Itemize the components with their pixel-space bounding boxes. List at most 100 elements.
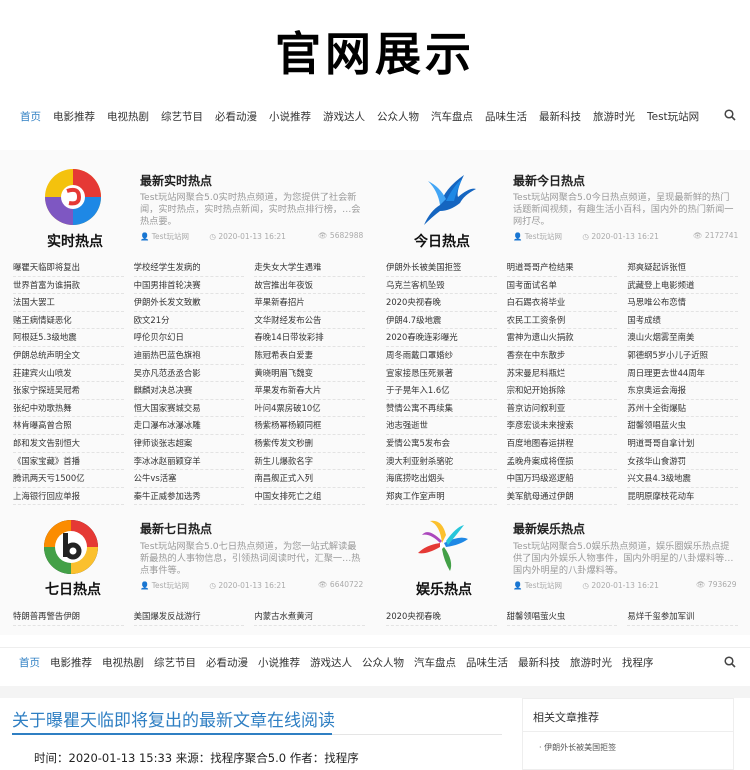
related-article-link[interactable]: · 伊朗外长被美国拒签 bbox=[539, 742, 616, 753]
hot-list-item[interactable]: 中国男排首轮决赛 bbox=[133, 277, 245, 295]
nav-item[interactable]: 最新科技 bbox=[513, 655, 565, 670]
hot-list-item[interactable]: 上海银行回应单报 bbox=[13, 488, 124, 506]
hot-list-item[interactable]: 爱情公寓5发布会 bbox=[386, 435, 497, 453]
nav-item[interactable]: 公众人物 bbox=[371, 109, 425, 124]
hot-list-item[interactable]: 律师谈张志超案 bbox=[133, 435, 245, 453]
hot-list-item[interactable]: 澳山火烟雾至南美 bbox=[627, 329, 738, 347]
hot-list-item[interactable]: 张纪中劝歌热舞 bbox=[13, 400, 124, 418]
hot-list-item[interactable]: 迪丽热巴蓝色旗袍 bbox=[133, 347, 245, 365]
hot-list-item[interactable]: 腾讯两天亏1500亿 bbox=[13, 470, 124, 488]
article-title[interactable]: 关于曝瞿天临即将复出的最新文章在线阅读 bbox=[12, 706, 335, 731]
hot-list-item[interactable]: 易烊千玺参加军训 bbox=[627, 608, 738, 626]
nav-item[interactable]: 汽车盘点 bbox=[409, 655, 461, 670]
hot-list-item[interactable]: 宗和妃开始拆除 bbox=[506, 382, 618, 400]
hot-list-item[interactable]: 恒大国家赛城交易 bbox=[133, 400, 245, 418]
hot-list-item[interactable]: 李彦宏谈未来搜索 bbox=[506, 417, 618, 435]
hot-list-item[interactable]: 池志强逝世 bbox=[386, 417, 497, 435]
hot-list-item[interactable]: 张家宁探班吴冠希 bbox=[13, 382, 124, 400]
nav-item[interactable]: 必看动漫 bbox=[209, 109, 263, 124]
nav-item[interactable]: 游戏达人 bbox=[305, 655, 357, 670]
hot-list-item[interactable]: 吴亦凡范丞丞合影 bbox=[133, 365, 245, 383]
hot-list-item[interactable]: 周冬雨戴口罩婚纱 bbox=[386, 347, 497, 365]
hot-list-item[interactable]: 叶问4票房破10亿 bbox=[254, 400, 365, 418]
nav-item[interactable]: 首页 bbox=[14, 655, 45, 670]
search-icon[interactable] bbox=[724, 109, 736, 121]
hot-list-item[interactable]: 宣家接恳压死景著 bbox=[386, 365, 497, 383]
nav-item[interactable]: 必看动漫 bbox=[201, 655, 253, 670]
nav-item[interactable]: 品味生活 bbox=[461, 655, 513, 670]
hot-list-item[interactable]: 春晚14日带妆彩排 bbox=[254, 329, 365, 347]
hot-list-item[interactable]: 陈冠希表白爱妻 bbox=[254, 347, 365, 365]
nav-item[interactable]: 综艺节目 bbox=[155, 109, 209, 124]
hot-list-item[interactable]: 杨紫杨幂杨颖同框 bbox=[254, 417, 365, 435]
hot-list-item[interactable]: 武藏登上电影频道 bbox=[627, 277, 738, 295]
hot-list-item[interactable]: 故宫推出年夜饭 bbox=[254, 277, 365, 295]
hot-list-item[interactable]: 于子晃年入1.6亿 bbox=[386, 382, 497, 400]
hot-list-item[interactable]: 赞情公寓不再续集 bbox=[386, 400, 497, 418]
hot-list-item[interactable]: 2020春晚连彩曝光 bbox=[386, 329, 497, 347]
hot-list-item[interactable]: 苏宋曼尼科瓶烂 bbox=[506, 365, 618, 383]
hot-list-item[interactable]: 中国万玛级巡逻船 bbox=[506, 470, 618, 488]
hot-list-item[interactable]: 走失女大学生遇难 bbox=[254, 259, 365, 277]
nav-item[interactable]: 首页 bbox=[14, 109, 47, 124]
hot-list-item[interactable]: 曝瞿天临即将复出 bbox=[13, 259, 124, 277]
card-title[interactable]: 最新娱乐热点 bbox=[513, 520, 585, 537]
hot-list-item[interactable]: 女孩华山食游罚 bbox=[627, 453, 738, 471]
hot-list-item[interactable]: 美军航母通过伊朗 bbox=[506, 488, 618, 506]
hot-list-item[interactable]: 黄晓明眉飞魏变 bbox=[254, 365, 365, 383]
hot-list-item[interactable]: 伊朗总统声明全文 bbox=[13, 347, 124, 365]
nav-item[interactable]: 综艺节目 bbox=[149, 655, 201, 670]
hot-list-item[interactable]: 美国爆发反战游行 bbox=[133, 608, 245, 626]
hot-list-item[interactable]: 欧文21分 bbox=[133, 312, 245, 330]
hot-list-item[interactable]: 甜馨领唱萤火虫 bbox=[506, 608, 618, 626]
hot-list-item[interactable]: 周日理更去世44周年 bbox=[627, 365, 738, 383]
hot-list-item[interactable]: 香奈在中东散步 bbox=[506, 347, 618, 365]
nav-item[interactable]: 找程序 bbox=[617, 655, 659, 670]
nav-item[interactable]: 小说推荐 bbox=[263, 109, 317, 124]
hot-list-item[interactable]: 兴文县4.3级地震 bbox=[627, 470, 738, 488]
hot-list-item[interactable]: 呼伦贝尔幻日 bbox=[133, 329, 245, 347]
hot-list-item[interactable]: 雷神为遗山火捐款 bbox=[506, 329, 618, 347]
nav-item[interactable]: 电影推荐 bbox=[47, 109, 101, 124]
search-icon[interactable] bbox=[724, 656, 736, 668]
hot-list-item[interactable]: 普京访问叙利亚 bbox=[506, 400, 618, 418]
hot-list-item[interactable]: 明道哥哥自拿计划 bbox=[627, 435, 738, 453]
hot-list-item[interactable]: 白石踢衣将毕业 bbox=[506, 294, 618, 312]
hot-list-item[interactable]: 伊朗外长发文致歉 bbox=[133, 294, 245, 312]
hot-list-item[interactable]: 中国女排死亡之组 bbox=[254, 488, 365, 506]
realtime-hot-icon[interactable]: 实时热点 bbox=[33, 167, 133, 257]
hot-list-item[interactable]: 走口瀑布冰瀑冰雕 bbox=[133, 417, 245, 435]
card-title[interactable]: 最新七日热点 bbox=[140, 520, 212, 537]
card-title[interactable]: 最新实时热点 bbox=[140, 172, 212, 189]
entertainment-hot-icon[interactable]: 娱乐热点 bbox=[400, 515, 500, 605]
hot-list-item[interactable]: 苹果新春招片 bbox=[254, 294, 365, 312]
hot-list-item[interactable]: 公牛vs活塞 bbox=[133, 470, 245, 488]
hot-list-item[interactable]: 昆明原摩枝花动车 bbox=[627, 488, 738, 506]
hot-list-item[interactable]: 郭德纲5岁小儿子近照 bbox=[627, 347, 738, 365]
site-logo[interactable]: 官网展示 bbox=[0, 18, 750, 84]
hot-list-item[interactable]: 甜馨领唱蓝火虫 bbox=[627, 417, 738, 435]
hot-list-item[interactable]: 文华财经发布公告 bbox=[254, 312, 365, 330]
hot-list-item[interactable]: 杨紫传发文秒删 bbox=[254, 435, 365, 453]
hot-list-item[interactable]: 阿根廷5.3级地震 bbox=[13, 329, 124, 347]
hot-list-item[interactable]: 2020央视春晚 bbox=[386, 608, 497, 626]
nav-item[interactable]: 电视热剧 bbox=[101, 109, 155, 124]
hot-list-item[interactable]: 澳大利亚射杀骆驼 bbox=[386, 453, 497, 471]
hot-list-item[interactable]: 莊建宾火山喷发 bbox=[13, 365, 124, 383]
nav-item[interactable]: 电视热剧 bbox=[97, 655, 149, 670]
hot-list-item[interactable]: 孟晚舟案成将侄损 bbox=[506, 453, 618, 471]
hot-list-item[interactable]: 伊朗外长被美国拒签 bbox=[386, 259, 497, 277]
hot-list-item[interactable]: 学校经学生发病的 bbox=[133, 259, 245, 277]
hot-list-item[interactable]: 特朗普再警告伊朗 bbox=[13, 608, 124, 626]
today-hot-bird-icon[interactable]: 今日热点 bbox=[400, 167, 500, 257]
hot-list-item[interactable]: 农民工工资条例 bbox=[506, 312, 618, 330]
hot-list-item[interactable]: 马思唯公布恋情 bbox=[627, 294, 738, 312]
hot-list-item[interactable]: 麒麟对决总决赛 bbox=[133, 382, 245, 400]
seven-day-hot-icon[interactable]: 七日热点 bbox=[33, 515, 133, 605]
nav-item[interactable]: 旅游时光 bbox=[565, 655, 617, 670]
hot-list-item[interactable]: 郑爽工作室声明 bbox=[386, 488, 497, 506]
card-title[interactable]: 最新今日热点 bbox=[513, 172, 585, 189]
hot-list-item[interactable]: 秦牛正威参加选秀 bbox=[133, 488, 245, 506]
hot-list-item[interactable]: 世界首富为谁捐款 bbox=[13, 277, 124, 295]
nav-item[interactable]: 品味生活 bbox=[479, 109, 533, 124]
